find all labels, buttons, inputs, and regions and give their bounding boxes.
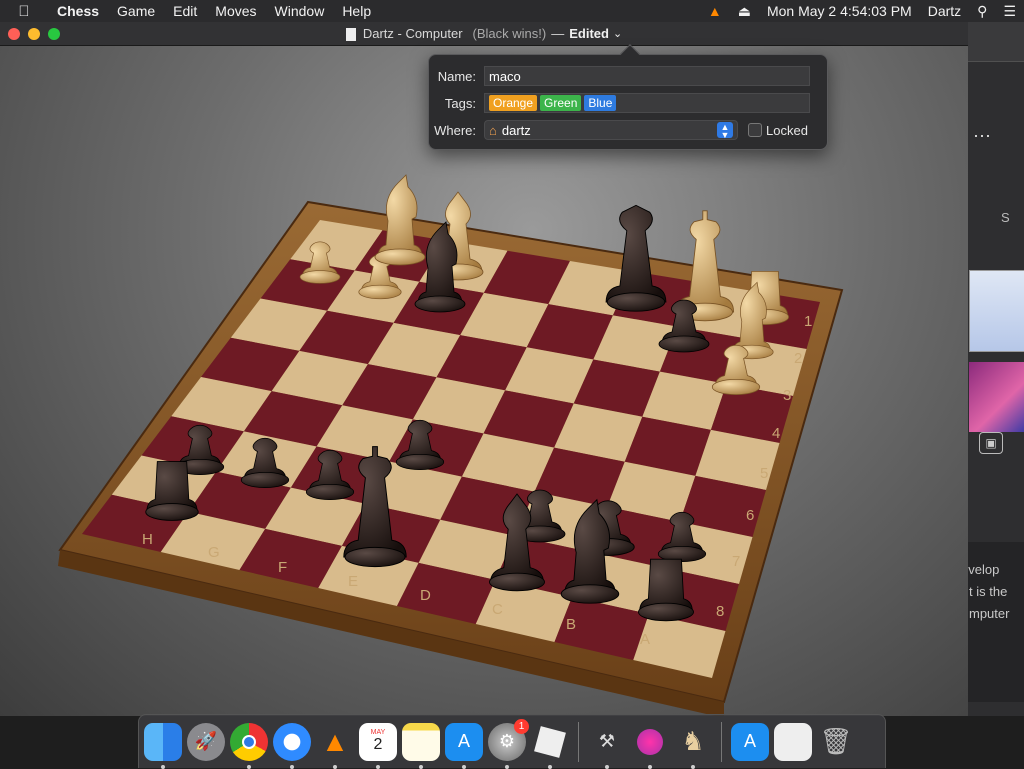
background-partial-text: S <box>1001 210 1010 225</box>
apple-menu-icon[interactable]:  <box>0 3 48 20</box>
document-icon[interactable] <box>345 28 356 41</box>
tags-label: Tags: <box>444 95 476 111</box>
locked-label: Locked <box>766 122 808 138</box>
tag-orange[interactable]: Orange <box>489 95 538 111</box>
spotlight-search-icon[interactable]: ⚲ <box>969 0 995 22</box>
menu-bar:  Chess Game Edit Moves Window Help ▲ ⏏ … <box>0 0 1024 22</box>
control-center-icon[interactable]: ☰ <box>995 0 1024 22</box>
dock: 🚀 ▲ MAY 2 A ⚙ 1 ⚒ ♞ A 🗑 <box>138 714 886 769</box>
menu-game[interactable]: Game <box>108 0 164 22</box>
instruments-icon[interactable]: ⚒ <box>588 723 626 769</box>
menu-clock[interactable]: Mon May 2 4:54:03 PM <box>759 0 920 22</box>
fullscreen-button[interactable] <box>48 28 60 40</box>
rank-label: 8 <box>716 603 724 620</box>
tags-row: Tags: Orange Green Blue <box>429 92 829 114</box>
wallpaper-thumbnail[interactable] <box>969 362 1024 432</box>
minimize-button[interactable] <box>28 28 40 40</box>
file-label: C <box>492 601 503 618</box>
locked-checkbox-group[interactable]: Locked <box>748 123 808 138</box>
preview-document-icon[interactable] <box>774 722 812 761</box>
name-row: Name: <box>429 65 829 87</box>
name-label: Name: <box>437 68 476 84</box>
file-label: D <box>420 587 431 604</box>
eject-icon[interactable]: ⏏ <box>730 0 759 22</box>
file-label: B <box>566 616 576 633</box>
thumbnail-image[interactable] <box>969 270 1024 352</box>
grid-icon[interactable]: ⋯ <box>973 126 991 147</box>
background-window-toolbar <box>961 22 1024 62</box>
calendar-icon[interactable]: MAY 2 <box>359 722 397 769</box>
where-value-text: dartz <box>501 122 531 138</box>
vlc-status-icon[interactable]: ▲ <box>700 0 730 22</box>
menu-moves[interactable]: Moves <box>206 0 265 22</box>
file-label: H <box>142 531 153 548</box>
where-select[interactable]: ⌂ dartz ▲ ▼ <box>484 120 738 140</box>
background-text-area: evelop t is the mputer <box>961 542 1024 702</box>
system-preferences-icon[interactable]: ⚙ 1 <box>488 718 529 769</box>
stepper-chevron-icon[interactable]: ▲ ▼ <box>717 122 733 140</box>
roblox-icon[interactable] <box>531 723 569 769</box>
title-separator: — <box>551 26 565 41</box>
window-titlebar[interactable]: Dartz - Computer (Black wins!) — Edited … <box>0 22 968 46</box>
finder-icon[interactable] <box>144 722 182 769</box>
dock-separator <box>721 721 722 762</box>
calendar-day: 2 <box>373 736 383 753</box>
launchpad-icon[interactable]: 🚀 <box>187 722 225 761</box>
rank-label: 7 <box>732 553 740 570</box>
menu-window[interactable]: Window <box>266 0 334 22</box>
notification-badge: 1 <box>514 718 529 734</box>
name-input[interactable] <box>484 66 810 86</box>
window-title: Dartz - Computer <box>362 26 463 41</box>
chrome-icon[interactable] <box>230 722 268 769</box>
window-controls <box>8 28 60 40</box>
calendar-month: MAY <box>370 729 386 736</box>
background-text-line: t is the <box>969 584 1008 599</box>
locked-checkbox[interactable] <box>748 123 762 137</box>
game-status: (Black wins!) <box>472 26 547 41</box>
file-label: F <box>278 559 287 576</box>
rank-label: 4 <box>772 425 780 442</box>
where-label: Where: <box>434 122 476 138</box>
where-row: Where: ⌂ dartz ▲ ▼ Locked <box>429 119 829 141</box>
installer-icon[interactable] <box>631 723 669 769</box>
background-window: ⋯ S ▣ evelop t is the mputer <box>960 22 1024 716</box>
menu-edit[interactable]: Edit <box>164 0 206 22</box>
dock-separator <box>578 721 579 762</box>
file-label: E <box>348 573 358 590</box>
background-text-line: mputer <box>969 606 1010 621</box>
where-value: ⌂ dartz <box>489 123 531 138</box>
file-label: G <box>208 544 220 561</box>
app-store-download-icon[interactable]: A <box>731 722 769 761</box>
rank-label: 5 <box>760 465 768 482</box>
tag-green[interactable]: Green <box>540 95 582 111</box>
menu-app-name[interactable]: Chess <box>48 0 108 22</box>
trash-icon[interactable]: 🗑 <box>817 723 855 761</box>
close-button[interactable] <box>8 28 20 40</box>
notes-icon[interactable] <box>402 722 440 769</box>
menu-user[interactable]: Dartz <box>920 0 969 22</box>
tag-blue[interactable]: Blue <box>584 95 617 111</box>
rank-label: 3 <box>783 387 791 404</box>
safari-icon[interactable] <box>273 722 311 769</box>
rank-label: 2 <box>794 350 802 367</box>
chevron-down-icon[interactable]: ⌄ <box>613 27 622 40</box>
vlc-icon[interactable]: ▲ <box>316 723 354 769</box>
image-icon[interactable]: ▣ <box>979 432 1003 454</box>
edited-label[interactable]: Edited <box>569 26 609 41</box>
file-label: A <box>640 631 650 648</box>
document-info-popover: Name: Tags: Orange Green Blue Where: ⌂da… <box>428 44 829 150</box>
tags-field[interactable]: Orange Green Blue <box>484 93 810 113</box>
menu-help[interactable]: Help <box>333 0 380 22</box>
app-store-icon[interactable]: A <box>445 722 483 769</box>
rank-label: 1 <box>804 313 812 330</box>
chess-app-icon[interactable]: ♞ <box>674 723 712 769</box>
home-folder-icon: ⌂ <box>489 122 497 138</box>
rank-label: 6 <box>746 507 754 524</box>
